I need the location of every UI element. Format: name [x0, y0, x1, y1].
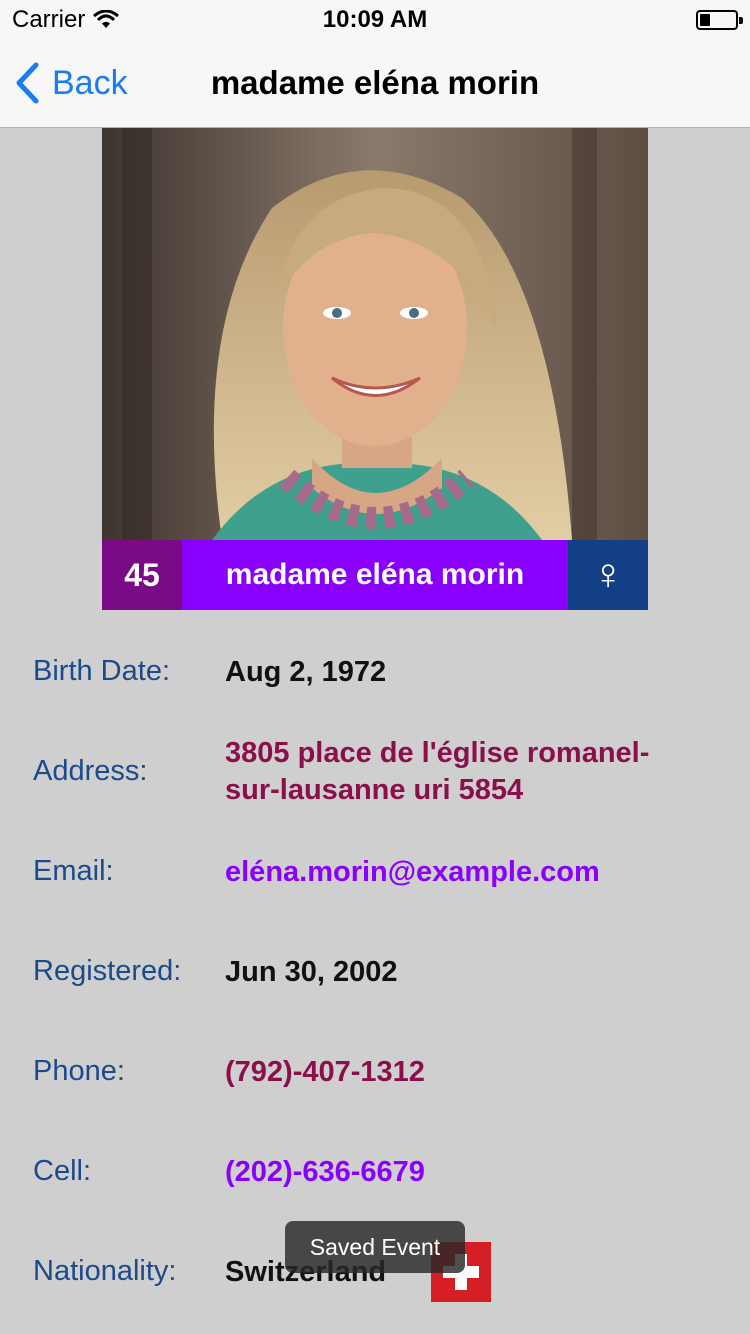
registered-value: Jun 30, 2002: [225, 956, 398, 988]
nationality-label: Nationality:: [33, 1255, 177, 1287]
phone-value[interactable]: (792)-407-1312: [225, 1054, 705, 1091]
navigation-bar: Back madame eléna morin: [0, 40, 750, 128]
toast-message: Saved Event: [285, 1221, 465, 1273]
profile-banner: 45 madame eléna morin ♀: [102, 540, 648, 610]
battery-icon: [696, 10, 743, 30]
email-label: Email:: [33, 855, 114, 887]
cell-label: Cell:: [33, 1155, 92, 1187]
address-label: Address:: [33, 755, 148, 787]
profile-photo: [102, 128, 648, 540]
cell-value[interactable]: (202)-636-6679: [225, 1154, 705, 1191]
status-time: 10:09 AM: [322, 6, 428, 33]
portrait-image: [102, 128, 648, 540]
page-title: madame eléna morin: [210, 64, 540, 101]
profile-name: madame eléna morin: [182, 540, 568, 610]
address-value[interactable]: 3805 place de l'église romanel-sur-lausa…: [225, 735, 680, 809]
phone-label: Phone:: [33, 1055, 125, 1087]
battery-level: [700, 14, 710, 26]
birth-date-value: Aug 2, 1972: [225, 656, 387, 688]
status-bar: Carrier 10:09 AM: [0, 0, 750, 40]
age-badge: 45: [102, 540, 182, 610]
female-icon: ♀: [568, 540, 648, 610]
email-value[interactable]: eléna.morin@example.com: [225, 854, 705, 891]
registered-label: Registered:: [33, 955, 182, 987]
birth-date-label: Birth Date:: [33, 655, 170, 687]
